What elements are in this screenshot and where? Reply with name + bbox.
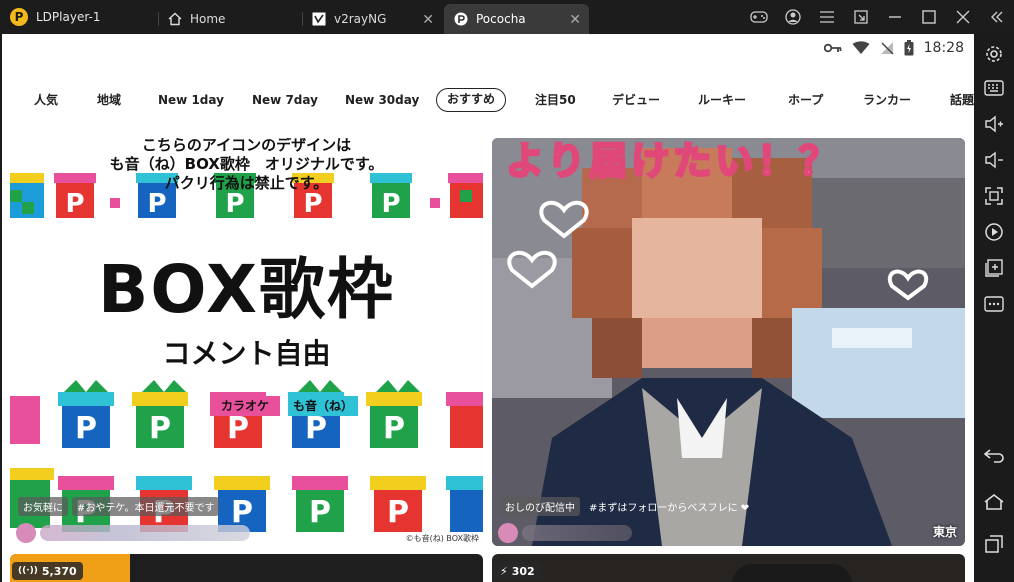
category-ranker[interactable]: ランカー	[853, 88, 921, 112]
host-name-blurred	[40, 525, 250, 541]
clock-text: 18:28	[923, 40, 964, 56]
host-name-blurred	[522, 525, 632, 541]
vpn-key-icon	[823, 43, 842, 53]
art-notice-line-3: パクリ行為は禁止です。	[164, 174, 329, 192]
svg-text:P: P	[381, 189, 400, 219]
category-tabs: 人気 地域 New 1day New 7day New 30day おすすめ 注…	[2, 86, 974, 114]
category-new-1day[interactable]: New 1day	[148, 88, 234, 112]
fullscreen-icon[interactable]	[982, 184, 1006, 208]
close-icon[interactable]	[946, 0, 980, 34]
tab-v2rayng-close-icon[interactable]: ✕	[422, 12, 434, 28]
lightning-icon: ⚡	[500, 564, 508, 578]
tab-v2rayng[interactable]: v2rayNG ✕	[302, 4, 442, 34]
viewer-count-badge: ⚡ 302	[494, 562, 541, 580]
svg-text:P: P	[305, 411, 327, 446]
stream-card-partial[interactable]: ⚡ 302	[492, 554, 965, 582]
more-options-icon[interactable]	[982, 292, 1006, 316]
volume-down-icon[interactable]	[982, 148, 1006, 172]
v2rayng-icon	[312, 12, 326, 26]
category-osusume[interactable]: おすすめ	[436, 88, 507, 112]
maximize-icon[interactable]	[912, 0, 946, 34]
art-subtitle: コメント自由	[162, 337, 331, 370]
ldplayer-logo-icon: P	[10, 8, 28, 26]
battery-icon	[904, 40, 914, 56]
add-window-icon[interactable]	[982, 256, 1006, 280]
stream-tag: #おやテケ。本日還元不要です	[72, 497, 220, 516]
art-heading: より届けたい！？	[504, 138, 842, 185]
art-notice-line-2: も音（ね）BOX歌枠 オリジナルです。	[109, 155, 384, 173]
tab-pococha-close-icon[interactable]: ✕	[569, 12, 581, 28]
art-big-title: BOX歌枠	[98, 251, 395, 328]
location-label: 東京	[932, 525, 957, 539]
home-icon	[168, 12, 182, 26]
art-notice-text: こちらのアイコンのデザインは も音（ね）BOX歌枠 オリジナルです。 パクリ行為…	[10, 138, 483, 193]
host-bar	[492, 520, 965, 546]
svg-text:P: P	[149, 411, 171, 446]
stream-tags: お気軽に #おやテケ。本日還元不要です	[18, 497, 220, 516]
category-new-30day[interactable]: New 30day	[335, 88, 429, 112]
minimize-icon[interactable]	[878, 0, 912, 34]
svg-text:P: P	[227, 411, 249, 446]
tab-pococha-label: Pococha	[476, 12, 526, 26]
category-debut[interactable]: デビュー	[602, 88, 670, 112]
app-title-text: LDPlayer-1	[36, 10, 101, 24]
category-ninki[interactable]: 人気	[24, 88, 68, 112]
home-button-icon[interactable]	[982, 490, 1006, 514]
tab-home-label: Home	[190, 12, 226, 26]
record-icon[interactable]	[982, 220, 1006, 244]
category-chumoku50[interactable]: 注目50	[525, 88, 586, 112]
pococha-icon	[454, 12, 468, 26]
keyboard-icon[interactable]	[982, 76, 1006, 100]
viewer-count-badge: ((·)) 5,370	[12, 562, 83, 580]
gamepad-icon[interactable]	[742, 0, 776, 34]
minimize-to-corner-icon[interactable]	[844, 0, 878, 34]
collapse-sidebar-icon[interactable]	[980, 0, 1014, 34]
host-avatar	[16, 523, 36, 543]
stream-tag: おしのび配信中	[500, 497, 580, 516]
category-rookie[interactable]: ルーキー	[688, 88, 756, 112]
app-title: P LDPlayer-1	[0, 0, 152, 34]
menu-icon[interactable]	[810, 0, 844, 34]
host-avatar	[498, 523, 518, 543]
art-notice-line-1: こちらのアイコンのデザインは	[141, 138, 352, 154]
settings-gear-icon[interactable]	[982, 42, 1006, 66]
stream-card-partial[interactable]: ((·)) 5,370	[10, 554, 483, 582]
volume-up-icon[interactable]	[982, 112, 1006, 136]
svg-text:P: P	[303, 189, 322, 219]
svg-text:P: P	[65, 189, 84, 219]
stream-tags: おしのび配信中 #まずはフォローからベスフレに ❤	[500, 497, 754, 516]
no-signal-icon	[880, 41, 894, 55]
tab-v2rayng-label: v2rayNG	[334, 12, 387, 26]
account-icon[interactable]	[776, 0, 810, 34]
art-label-mone: も音（ね）	[292, 399, 353, 413]
viewer-count: 5,370	[41, 564, 77, 578]
svg-text:P: P	[75, 411, 97, 446]
stream-tag: #まずはフォローからベスフレに ❤	[589, 503, 750, 514]
viewer-count: 302	[511, 564, 535, 578]
stream-card-box-utawaku[interactable]: P P P P P P P P P P P P P こちらのアイコンのデザインは も音（ね）BO…	[10, 138, 483, 546]
status-bar: 18:28	[2, 34, 974, 62]
svg-text:P: P	[383, 411, 405, 446]
category-hope[interactable]: ホープ	[778, 88, 833, 112]
svg-text:P: P	[225, 189, 244, 219]
android-screen: 18:28 人気 地域 New 1day New 7day New 30day …	[2, 34, 974, 582]
live-signal-icon: ((·))	[18, 566, 38, 576]
wifi-icon	[852, 41, 870, 55]
stream-card-tokyo[interactable]: より届けたい！？ おしのび配信中 #まずはフォローからベスフレに ❤ 東京	[492, 138, 965, 546]
host-bar	[10, 520, 483, 546]
stream-tag: お気軽に	[18, 497, 68, 516]
title-bar: P LDPlayer-1 Home v2rayNG ✕ Pococha ✕	[0, 0, 1014, 34]
tab-pococha[interactable]: Pococha ✕	[444, 4, 589, 34]
tab-home[interactable]: Home	[158, 4, 298, 34]
back-icon[interactable]	[982, 444, 1006, 468]
category-chiiki[interactable]: 地域	[87, 88, 131, 112]
stream-thumbnail-pixelated-photo	[492, 138, 965, 546]
art-label-karaoke: カラオケ	[220, 399, 269, 413]
svg-text:P: P	[147, 189, 166, 219]
category-new-7day[interactable]: New 7day	[242, 88, 328, 112]
emulator-toolbar	[974, 34, 1014, 582]
recent-apps-icon[interactable]	[982, 532, 1006, 556]
category-wadai[interactable]: 話題	[940, 88, 974, 112]
